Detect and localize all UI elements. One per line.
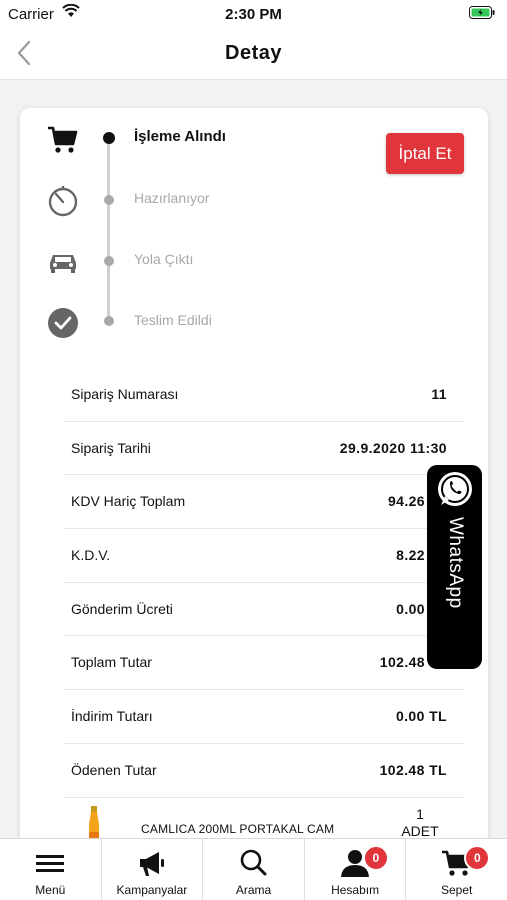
tab-search[interactable]: Arama — [203, 839, 305, 900]
row-label: KDV Hariç Toplam — [71, 493, 186, 510]
clock: 2:30 PM — [225, 6, 282, 23]
cart-badge: 0 — [464, 845, 491, 871]
subtotal-row: KDV Hariç Toplam 94.26 — [65, 475, 463, 530]
step-label-delivered: Teslim Edildi — [134, 312, 212, 328]
account-badge: 0 — [362, 845, 389, 871]
tab-label: Arama — [235, 883, 272, 897]
row-label: İndirim Tutarı — [71, 708, 153, 725]
whatsapp-label: WhatsApp — [445, 517, 466, 609]
vat-row: K.D.V. 8.22 — [65, 529, 463, 583]
status-bar: Carrier 2:30 PM — [0, 0, 507, 28]
tab-account[interactable]: 0 Hesabım — [305, 839, 407, 900]
row-value: 0.00 TL — [395, 708, 447, 725]
timeline-dot — [104, 195, 114, 205]
row-label: Sipariş Tarihi — [71, 439, 151, 456]
product-quantity: 1 ADET — [395, 806, 445, 840]
tab-menu[interactable]: Menü — [0, 839, 102, 900]
order-detail-card: İşleme Alındı Hazırlanıyor Yola Çıktı Te… — [20, 108, 488, 868]
step-label-on-the-way: Yola Çıktı — [134, 251, 194, 267]
row-label: Gönderim Ücreti — [71, 600, 173, 617]
check-circle-icon — [48, 308, 78, 338]
timeline-dot-active — [103, 132, 115, 144]
nav-bar: Detay — [0, 28, 507, 80]
shipping-fee-row: Gönderim Ücreti 0.00 — [65, 583, 463, 637]
row-value: 8.22 — [396, 547, 425, 564]
product-name: CAMLICA 200ML PORTAKAL CAM — [141, 822, 335, 836]
cart-icon — [48, 126, 78, 153]
row-value: 102.48 — [379, 654, 425, 671]
row-label: K.D.V. — [71, 547, 111, 564]
timer-icon — [48, 186, 78, 217]
row-label: Toplam Tutar — [71, 654, 152, 671]
timeline-dot — [104, 256, 114, 266]
row-label: Ödenen Tutar — [71, 761, 157, 778]
order-summary: Sipariş Numarası 11 Sipariş Tarihi 29.9.… — [65, 368, 463, 798]
search-icon — [241, 849, 267, 876]
tab-cart[interactable]: 0 Sepet — [406, 839, 507, 900]
page-title: Detay — [225, 42, 282, 64]
whatsapp-icon — [438, 472, 472, 506]
discount-row: İndirim Tutarı 0.00 TL — [65, 690, 463, 744]
car-icon — [50, 255, 76, 273]
row-value: 29.9.2020 11:30 — [339, 439, 447, 456]
cancel-order-button[interactable]: İptal Et — [386, 133, 464, 174]
tab-label: Sepet — [440, 883, 473, 897]
bottom-tab-bar: Menü Kampanyalar Arama 0 Hesabım 0 Sepet — [0, 838, 507, 900]
megaphone-icon — [139, 852, 164, 876]
timeline-track — [107, 138, 110, 324]
tab-label: Hesabım — [331, 883, 380, 897]
row-value: 11 — [431, 386, 447, 402]
tab-label: Menü — [35, 883, 66, 897]
whatsapp-button[interactable]: WhatsApp — [427, 465, 482, 669]
order-number-row: Sipariş Numarası 11 — [65, 368, 463, 422]
order-date-row: Sipariş Tarihi 29.9.2020 11:30 — [65, 422, 463, 476]
battery-icon — [469, 6, 495, 19]
quantity-number: 1 — [416, 806, 424, 822]
row-value: 94.26 — [387, 493, 425, 510]
step-label-processing: İşleme Alındı — [134, 128, 226, 145]
row-label: Sipariş Numarası — [71, 386, 179, 402]
row-value: 102.48 TL — [379, 761, 447, 778]
tab-label: Kampanyalar — [116, 883, 188, 897]
step-label-preparing: Hazırlanıyor — [134, 190, 210, 206]
total-row: Toplam Tutar 102.48 — [65, 636, 463, 691]
tab-campaigns[interactable]: Kampanyalar — [102, 839, 204, 900]
row-value: 0.00 — [396, 600, 425, 617]
paid-amount-row: Ödenen Tutar 102.48 TL — [65, 744, 463, 798]
timeline-dot — [104, 316, 114, 326]
hamburger-icon — [36, 855, 65, 872]
